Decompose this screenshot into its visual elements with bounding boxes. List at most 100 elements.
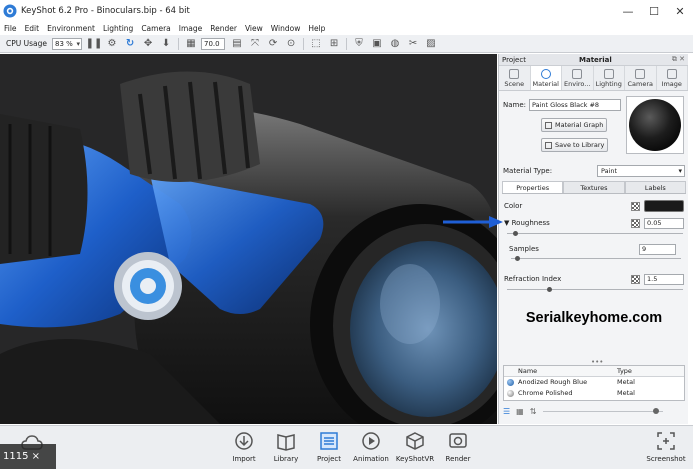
toolbar-divider [346, 37, 348, 50]
menu-image[interactable]: Image [175, 24, 207, 33]
material-name-row: Name: Paint Gloss Black #8 [503, 99, 622, 111]
screenshot-icon[interactable]: ▨ [425, 38, 437, 50]
tab-material[interactable]: Material [530, 66, 562, 90]
menu-render[interactable]: Render [206, 24, 241, 33]
menu-help[interactable]: Help [304, 24, 329, 33]
zoom-input[interactable]: 70.0 [201, 37, 226, 50]
roughness-label[interactable]: ▼ Roughness [504, 219, 550, 227]
render-icon [447, 430, 469, 452]
column-name[interactable]: Name [504, 366, 614, 376]
menu-edit[interactable]: Edit [21, 24, 44, 33]
camera-icon [635, 68, 646, 79]
menu-camera[interactable]: Camera [137, 24, 174, 33]
material-graph-button[interactable]: Material Graph [541, 118, 608, 132]
ribbon-label: Render [445, 455, 471, 463]
project-tabs: Scene Material Enviro... Lighting Camera… [499, 66, 688, 91]
list-view-icon[interactable]: ☰ [503, 407, 510, 416]
shield-icon[interactable]: ⛨ [353, 38, 365, 50]
material-type-select[interactable]: Paint [597, 165, 685, 177]
menu-lighting[interactable]: Lighting [99, 24, 137, 33]
tab-environment[interactable]: Enviro... [562, 66, 594, 90]
tab-scene[interactable]: Scene [499, 66, 531, 90]
tab-label: Scene [504, 79, 525, 88]
move-icon[interactable]: ✥ [142, 38, 154, 50]
material-ball-icon [507, 390, 514, 397]
tab-label: Material [532, 79, 559, 88]
render-button[interactable]: Render [433, 430, 483, 463]
tab-properties[interactable]: Properties [502, 181, 564, 193]
roughness-slider-handle[interactable] [513, 231, 518, 236]
roughness-input[interactable]: 0.05 [644, 218, 684, 229]
animation-button[interactable]: Animation [346, 430, 396, 463]
camera-presets-icon[interactable]: ⊞ [328, 38, 340, 50]
hierarchy-icon[interactable]: ⇅ [530, 407, 537, 416]
texture-map-icon[interactable] [631, 219, 640, 228]
button-label: Material Graph [555, 121, 604, 129]
watermark-text: Serialkeyhome.com [525, 310, 663, 326]
pause-icon[interactable]: ❚❚ [86, 38, 103, 50]
scene-icon [509, 68, 520, 79]
grid-icon[interactable]: ▤ [231, 38, 243, 50]
thumbnail-size-slider[interactable] [543, 411, 663, 412]
tab-image[interactable]: Image [657, 66, 688, 90]
material-name: Anodized Rough Blue [518, 378, 588, 386]
environment-icon [572, 68, 583, 79]
cpu-usage-select[interactable]: 83 % [52, 37, 83, 50]
tools-icon[interactable]: ✂ [407, 38, 419, 50]
minimize-button[interactable]: — [615, 5, 641, 18]
list-header: Name Type [504, 366, 684, 377]
refraction-slider[interactable] [507, 289, 683, 290]
lighting-icon [603, 68, 614, 79]
roughness-slider[interactable] [507, 233, 683, 234]
tab-textures[interactable]: Textures [563, 181, 625, 193]
import-icon [233, 430, 255, 452]
refresh-icon[interactable]: ↻ [124, 38, 136, 50]
texture-map-icon[interactable] [631, 202, 640, 211]
camera-dolly-icon[interactable]: ⊙ [285, 38, 297, 50]
tab-labels[interactable]: Labels [624, 181, 686, 193]
menu-view[interactable]: View [241, 24, 267, 33]
camera-pan-icon[interactable]: ⤧ [249, 38, 261, 50]
save-icon [545, 141, 552, 149]
material-name: Chrome Polished [518, 389, 573, 397]
material-name-input[interactable]: Paint Gloss Black #8 [529, 99, 622, 111]
render-viewport[interactable] [0, 54, 497, 424]
close-button[interactable]: ✕ [667, 5, 693, 18]
color-swatch[interactable] [644, 200, 684, 212]
performance-mode-icon[interactable]: ⚙ [106, 38, 118, 50]
tab-lighting[interactable]: Lighting [594, 66, 625, 90]
camera-orbit-icon[interactable]: ⟳ [267, 38, 279, 50]
refraction-slider-handle[interactable] [547, 287, 552, 292]
library-icon [275, 430, 297, 452]
menu-environment[interactable]: Environment [43, 24, 99, 33]
menu-bar: File Edit Environment Lighting Camera Im… [0, 22, 693, 35]
panel-window-controls[interactable]: ⧉ ✕ [672, 55, 685, 64]
material-panel: Project Material ⧉ ✕ Scene Material Envi… [498, 54, 688, 424]
toggle-icon[interactable]: ◍ [389, 38, 401, 50]
material-ball-icon [507, 379, 514, 386]
annotation-arrow-icon [443, 216, 503, 228]
arrow-down-icon[interactable]: ⬇ [160, 38, 172, 50]
refraction-index-input[interactable]: 1.5 [644, 274, 684, 285]
samples-input[interactable]: 9 [639, 244, 676, 255]
grid-view-icon[interactable]: ▦ [516, 407, 524, 416]
column-type[interactable]: Type [614, 366, 632, 376]
list-item[interactable]: Anodized Rough Blue Metal [504, 377, 684, 388]
list-item[interactable]: Chrome Polished Metal [504, 388, 684, 399]
texture-map-icon[interactable] [631, 275, 640, 284]
maximize-button[interactable]: ☐ [641, 5, 667, 18]
menu-window[interactable]: Window [267, 24, 305, 33]
project-label: Project [502, 55, 526, 64]
thumbnail-size-handle[interactable] [653, 408, 659, 414]
samples-slider-handle[interactable] [515, 256, 520, 261]
menu-file[interactable]: File [0, 24, 21, 33]
region-render-icon[interactable]: ⬚ [310, 38, 322, 50]
samples-slider[interactable] [511, 258, 681, 259]
zoom-icon[interactable]: ▦ [185, 38, 197, 50]
button-label: Save to Library [555, 141, 605, 149]
tab-camera[interactable]: Camera [625, 66, 657, 90]
samples-label: Samples [509, 245, 539, 253]
save-to-library-button[interactable]: Save to Library [541, 138, 609, 152]
screenshot-button[interactable]: Screenshot [641, 430, 691, 463]
geometry-view-icon[interactable]: ▣ [371, 38, 383, 50]
